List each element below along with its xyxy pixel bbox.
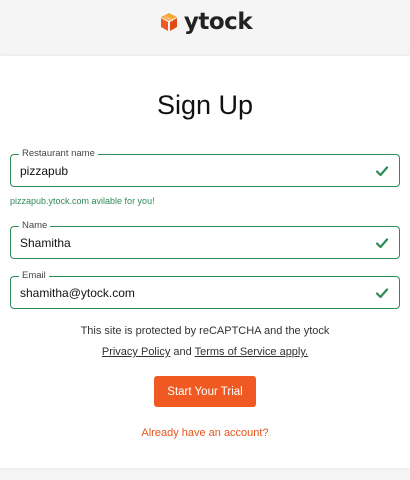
- name-label: Name: [19, 219, 51, 233]
- brand-logo[interactable]: ytock: [158, 9, 253, 35]
- restaurant-name-label: Restaurant name: [19, 147, 98, 161]
- legal-links: Privacy Policy and Terms of Service appl…: [0, 346, 410, 358]
- availability-hint: pizzapub.ytock.com avilable for you!: [10, 196, 155, 206]
- and-text: and: [173, 346, 192, 358]
- check-icon: [375, 288, 389, 299]
- already-have-account-link[interactable]: Already have an account?: [0, 427, 410, 439]
- name-field[interactable]: Name Shamitha: [10, 219, 400, 259]
- privacy-policy-link[interactable]: Privacy Policy: [102, 346, 170, 358]
- header: ytock: [0, 0, 410, 56]
- check-icon: [375, 166, 389, 177]
- name-value: Shamitha: [20, 236, 71, 250]
- start-trial-button[interactable]: Start Your Trial: [154, 376, 256, 407]
- brand-name: ytock: [183, 9, 253, 35]
- cube-logo-icon: [160, 13, 177, 31]
- email-field[interactable]: Email shamitha@ytock.com: [10, 269, 400, 309]
- check-icon: [375, 238, 389, 249]
- terms-of-service-link[interactable]: Terms of Service apply.: [195, 346, 309, 358]
- email-value: shamitha@ytock.com: [20, 286, 135, 300]
- recaptcha-notice: This site is protected by reCAPTCHA and …: [80, 325, 330, 337]
- page-title: Sign Up: [156, 90, 254, 120]
- restaurant-name-value: pizzapub: [20, 164, 69, 178]
- email-label: Email: [19, 269, 49, 283]
- restaurant-name-field[interactable]: Restaurant name pizzapub: [10, 147, 400, 187]
